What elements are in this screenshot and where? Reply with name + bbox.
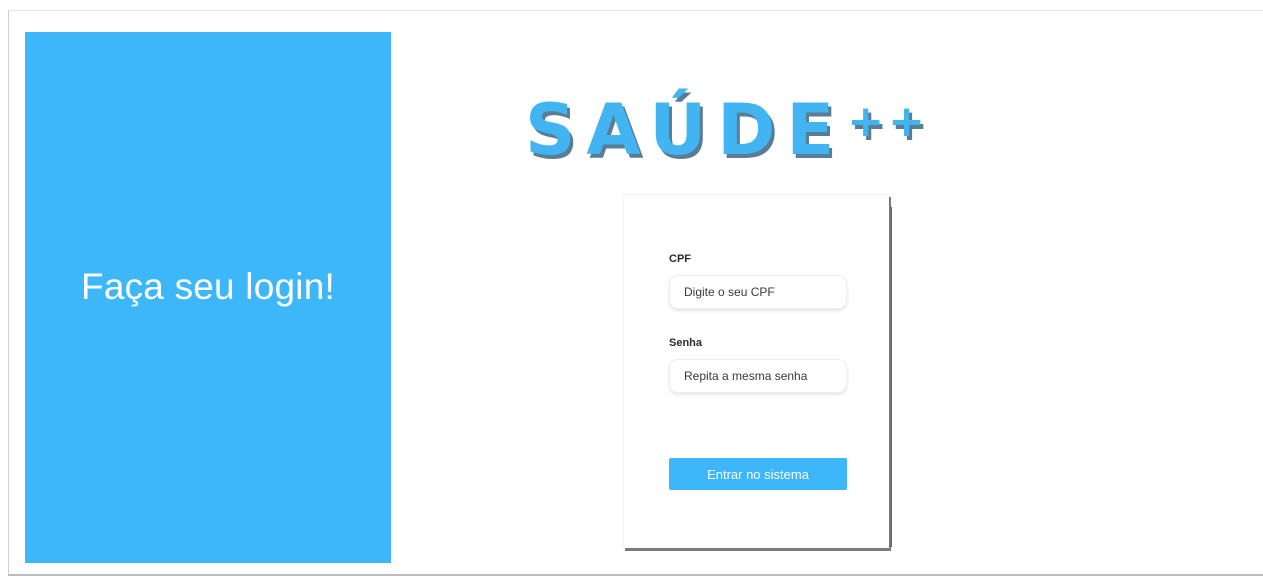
cpf-label: CPF	[669, 253, 691, 265]
login-button[interactable]: Entrar no sistema	[669, 458, 847, 490]
app-logo: SAÚDE++	[525, 82, 929, 170]
logo-text: SAÚDE	[525, 89, 846, 171]
password-label: Senha	[669, 337, 703, 349]
password-input[interactable]	[669, 359, 847, 393]
logo-suffix: ++	[847, 96, 929, 147]
cpf-input[interactable]	[669, 275, 847, 309]
welcome-panel: Faça seu login!	[25, 32, 391, 563]
welcome-title: Faça seu login!	[81, 265, 335, 307]
login-card: CPF Senha Entrar no sistema	[623, 194, 892, 548]
